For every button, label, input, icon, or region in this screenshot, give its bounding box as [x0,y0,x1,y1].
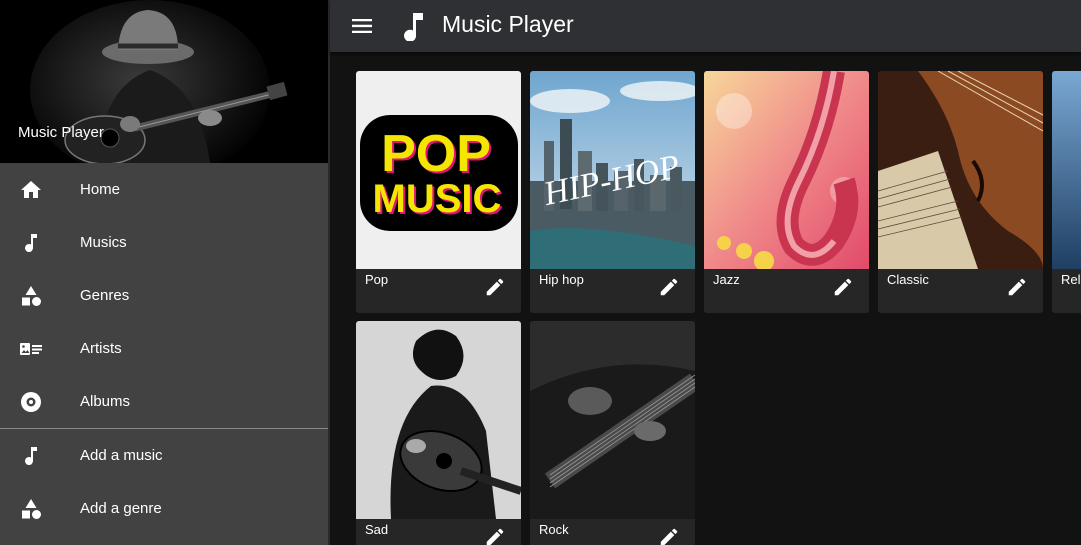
edit-icon[interactable] [484,526,506,545]
artist-card-icon [19,337,43,361]
sidebar-item-label: Artists [80,340,122,357]
navigation-drawer: Music Player Home Musics Genres Artists … [0,0,330,545]
edit-icon[interactable] [484,276,506,298]
page-title: Music Player [442,11,574,37]
genre-card-sad[interactable]: Sad [356,321,521,545]
genre-label: Pop [365,272,389,287]
home-icon [19,178,43,202]
sidebar-item-genres[interactable]: Genres [0,269,328,322]
genre-image [704,71,869,269]
edit-icon[interactable] [1006,276,1028,298]
music-note-icon [19,231,43,255]
sidebar-item-label: Add a genre [80,500,162,517]
edit-icon[interactable] [832,276,854,298]
genre-label: Classic [887,272,929,287]
genre-image [878,71,1043,269]
genre-label: Sad [365,522,389,537]
genre-label: Rel [1061,272,1081,287]
edit-icon[interactable] [658,276,680,298]
genre-card-pop[interactable]: POP POP MUSIC MUSIC Pop [356,71,521,313]
sidebar-item-label: Genres [80,287,130,304]
genre-card-rel[interactable]: Rel [1052,71,1081,313]
genre-label: Rock [539,522,569,537]
drawer-header: Music Player [0,0,328,163]
music-note-icon [19,444,43,468]
sidebar-item-add-genre[interactable]: Add a genre [0,482,328,535]
edit-icon[interactable] [658,526,680,545]
pop-logo-text: POP [381,125,491,183]
album-icon [19,390,43,414]
genre-grid: POP POP MUSIC MUSIC Pop HIP-HOP Hip hop … [330,52,1081,545]
genre-card-rock[interactable]: Rock [530,321,695,545]
sidebar-item-artists[interactable]: Artists [0,322,328,375]
genre-card-classic[interactable]: Classic [878,71,1043,313]
sidebar-item-musics[interactable]: Musics [0,216,328,269]
shapes-icon [19,284,43,308]
music-note-icon [402,11,426,42]
drawer-title: Music Player [18,124,104,141]
sidebar-item-label: Musics [80,234,127,251]
genre-image: HIP-HOP [530,71,695,269]
genre-image [530,321,695,519]
genre-image [356,321,521,519]
sidebar-item-label: Albums [80,393,131,410]
genre-label: Jazz [713,272,740,287]
genre-image [1052,71,1081,269]
genre-card-jazz[interactable]: Jazz [704,71,869,313]
sidebar-item-home[interactable]: Home [0,163,328,216]
sidebar-item-albums[interactable]: Albums [0,375,328,428]
genre-image: POP POP MUSIC MUSIC [356,71,521,269]
sidebar-item-label: Home [80,181,121,198]
sidebar-item-label: Add a music [80,447,163,464]
menu-icon[interactable] [350,14,374,38]
genre-card-hip-hop[interactable]: HIP-HOP Hip hop [530,71,695,313]
sidebar-item-add-music[interactable]: Add a music [0,429,328,482]
genre-label: Hip hop [539,272,584,287]
music-logo-text: MUSIC [373,177,502,221]
app-bar: Music Player [330,0,1081,52]
shapes-icon [19,497,43,521]
